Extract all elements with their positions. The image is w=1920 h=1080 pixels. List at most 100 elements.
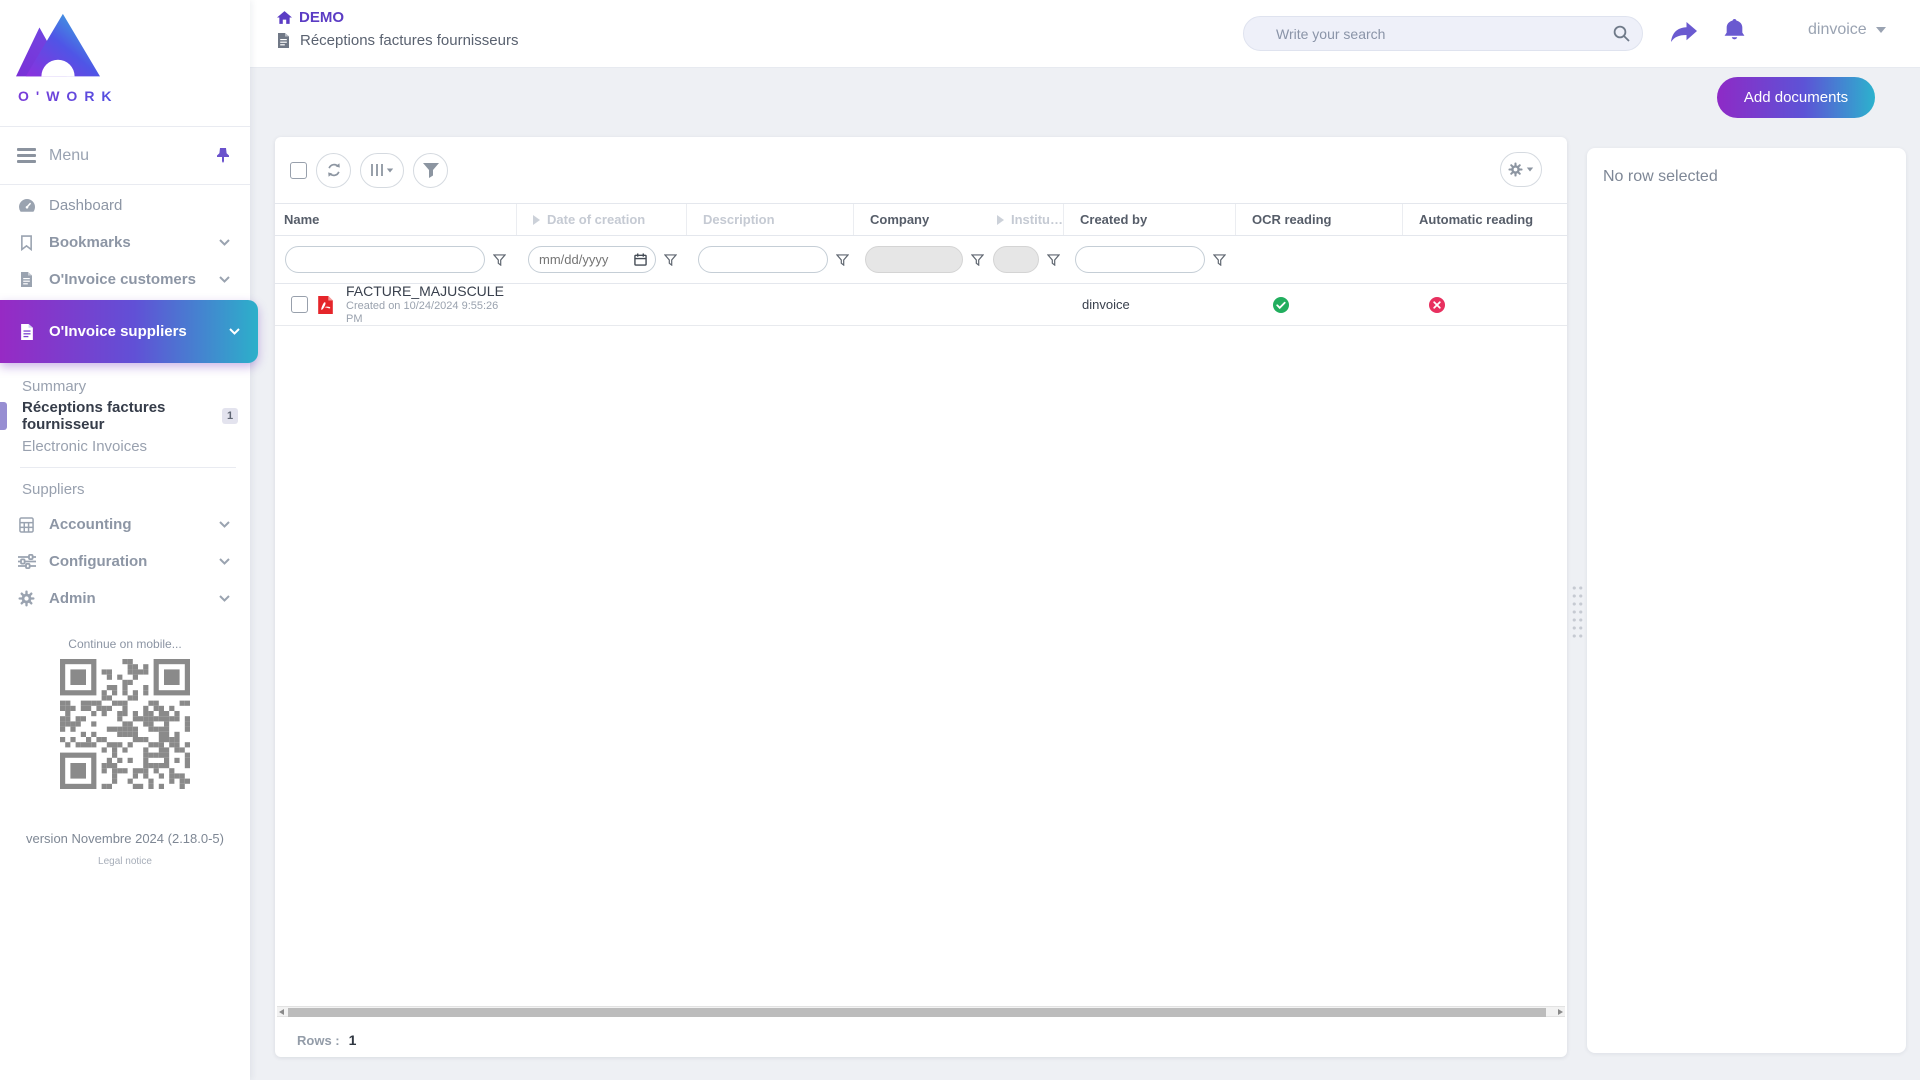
sidebar-item-oinvoice-customers[interactable]: O'Invoice customers xyxy=(0,261,250,298)
refresh-icon xyxy=(326,162,342,178)
filter-description-input[interactable] xyxy=(698,246,828,273)
gear-icon xyxy=(1508,162,1523,177)
sort-arrow-icon xyxy=(533,215,540,225)
row-checkbox[interactable] xyxy=(291,296,308,313)
table-header-row: Name Date of creation Description Compan… xyxy=(275,203,1567,236)
sidebar-item-admin[interactable]: Admin xyxy=(0,580,250,617)
document-name: FACTURE_MAJUSCULE xyxy=(346,283,516,299)
sidebar-item-configuration[interactable]: Configuration xyxy=(0,543,250,580)
column-header-name[interactable]: Name xyxy=(275,204,516,235)
top-header: DEMO Réceptions factures fournisseurs xyxy=(250,0,1920,68)
submenu-item-summary[interactable]: Summary xyxy=(0,371,250,401)
sidebar-item-label: O'Invoice suppliers xyxy=(49,323,187,340)
table-row[interactable]: FACTURE_MAJUSCULE Created on 10/24/2024 … xyxy=(275,284,1567,326)
empty-selection-message: No row selected xyxy=(1603,168,1718,185)
sidebar-item-label: Accounting xyxy=(49,516,132,533)
cell-created-by: dinvoice xyxy=(1063,284,1235,325)
chevron-down-icon xyxy=(229,328,240,335)
select-all-checkbox[interactable] xyxy=(290,162,307,179)
filter-funnel-icon[interactable] xyxy=(664,254,677,266)
count-badge: 1 xyxy=(222,408,238,424)
columns-button[interactable] xyxy=(360,153,404,188)
logo[interactable]: O'WORK xyxy=(0,0,250,127)
hamburger-icon xyxy=(17,145,36,167)
column-header-created-by[interactable]: Created by xyxy=(1063,204,1235,235)
filter-name-input[interactable] xyxy=(285,246,485,273)
search-input[interactable] xyxy=(1243,16,1643,51)
cell-ocr-reading xyxy=(1235,284,1402,325)
sidebar-item-dashboard[interactable]: Dashboard xyxy=(0,187,250,224)
submenu-item-receptions-factures[interactable]: Réceptions factures fournisseur 1 xyxy=(0,401,250,431)
invoice-icon xyxy=(17,324,36,340)
filter-funnel-icon[interactable] xyxy=(836,254,849,266)
panel-resize-handle[interactable] xyxy=(1571,584,1584,642)
filter-button[interactable] xyxy=(413,153,448,188)
scroll-right-arrow[interactable] xyxy=(1558,1009,1563,1015)
cell-institution xyxy=(981,284,1063,325)
notifications-button[interactable] xyxy=(1724,19,1745,43)
chevron-down-icon xyxy=(219,558,230,565)
user-menu[interactable]: dinvoice xyxy=(1808,21,1886,39)
filter-company-input xyxy=(865,246,963,273)
sidebar-item-oinvoice-suppliers[interactable]: O'Invoice suppliers xyxy=(0,300,258,363)
column-header-ocr-reading[interactable]: OCR reading xyxy=(1235,204,1402,235)
menu-label: Menu xyxy=(49,147,89,165)
filter-date-input[interactable] xyxy=(528,246,656,273)
caret-down-icon xyxy=(1876,27,1886,33)
version-label: version Novembre 2024 (2.18.0-5) xyxy=(0,831,250,846)
pin-icon[interactable] xyxy=(216,148,230,163)
breadcrumb-page: Réceptions factures fournisseurs xyxy=(277,32,518,49)
global-search xyxy=(1243,16,1643,51)
check-circle-icon xyxy=(1273,297,1289,313)
sort-arrow-icon xyxy=(997,215,1004,225)
filter-created-by-input[interactable] xyxy=(1075,246,1205,273)
share-button[interactable] xyxy=(1670,22,1697,45)
submenu-label: Electronic Invoices xyxy=(22,438,147,455)
rows-count: 1 xyxy=(349,1032,357,1048)
horizontal-scrollbar[interactable] xyxy=(277,1006,1565,1017)
column-header-description[interactable]: Description xyxy=(686,204,853,235)
chevron-down-icon xyxy=(219,239,230,246)
chevron-down-icon xyxy=(219,595,230,602)
table-settings-button[interactable] xyxy=(1500,152,1542,187)
column-header-institution[interactable]: Institut... xyxy=(981,204,1063,235)
column-header-date[interactable]: Date of creation xyxy=(516,204,686,235)
submenu-label: Réceptions factures fournisseur xyxy=(22,399,218,433)
document-info: FACTURE_MAJUSCULE Created on 10/24/2024 … xyxy=(346,283,516,325)
submenu-item-electronic-invoices[interactable]: Electronic Invoices xyxy=(0,431,250,461)
rows-label: Rows : xyxy=(297,1033,340,1048)
caret-down-icon xyxy=(387,168,393,172)
sidebar-item-label: O'Invoice customers xyxy=(49,271,196,288)
search-icon[interactable] xyxy=(1613,25,1630,42)
column-header-automatic-reading[interactable]: Automatic reading xyxy=(1402,204,1567,235)
table-toolbar xyxy=(275,137,1567,203)
detail-panel: No row selected xyxy=(1587,148,1906,1053)
submenu-label: Suppliers xyxy=(22,481,85,498)
column-header-company[interactable]: Company xyxy=(853,204,981,235)
logo-text: O'WORK xyxy=(18,88,250,104)
gear-icon xyxy=(17,590,36,607)
add-documents-button[interactable]: Add documents xyxy=(1717,77,1875,118)
sidebar-item-bookmarks[interactable]: Bookmarks xyxy=(0,224,250,261)
sidebar-item-label: Dashboard xyxy=(49,197,122,214)
filter-funnel-icon[interactable] xyxy=(1213,254,1226,266)
sidebar-item-accounting[interactable]: Accounting xyxy=(0,506,250,543)
bookmark-icon xyxy=(17,235,36,251)
menu-toggle[interactable]: Menu xyxy=(0,127,250,185)
legal-notice-link[interactable]: Legal notice xyxy=(0,856,250,867)
cell-company xyxy=(853,284,981,325)
scrollbar-thumb[interactable] xyxy=(288,1008,1546,1017)
pdf-icon xyxy=(317,296,334,314)
logo-mountain-icon xyxy=(16,12,100,86)
sliders-icon xyxy=(17,554,36,569)
refresh-button[interactable] xyxy=(316,153,351,188)
filter-funnel-icon[interactable] xyxy=(493,254,506,266)
submenu-item-suppliers[interactable]: Suppliers xyxy=(0,474,250,504)
filter-funnel-icon[interactable] xyxy=(1047,254,1060,266)
breadcrumb-home[interactable]: DEMO xyxy=(277,9,518,26)
columns-icon xyxy=(370,163,384,177)
breadcrumb-label: DEMO xyxy=(299,9,344,26)
calculator-icon xyxy=(17,517,36,533)
bell-icon xyxy=(1724,19,1745,43)
scroll-left-arrow[interactable] xyxy=(279,1009,284,1015)
